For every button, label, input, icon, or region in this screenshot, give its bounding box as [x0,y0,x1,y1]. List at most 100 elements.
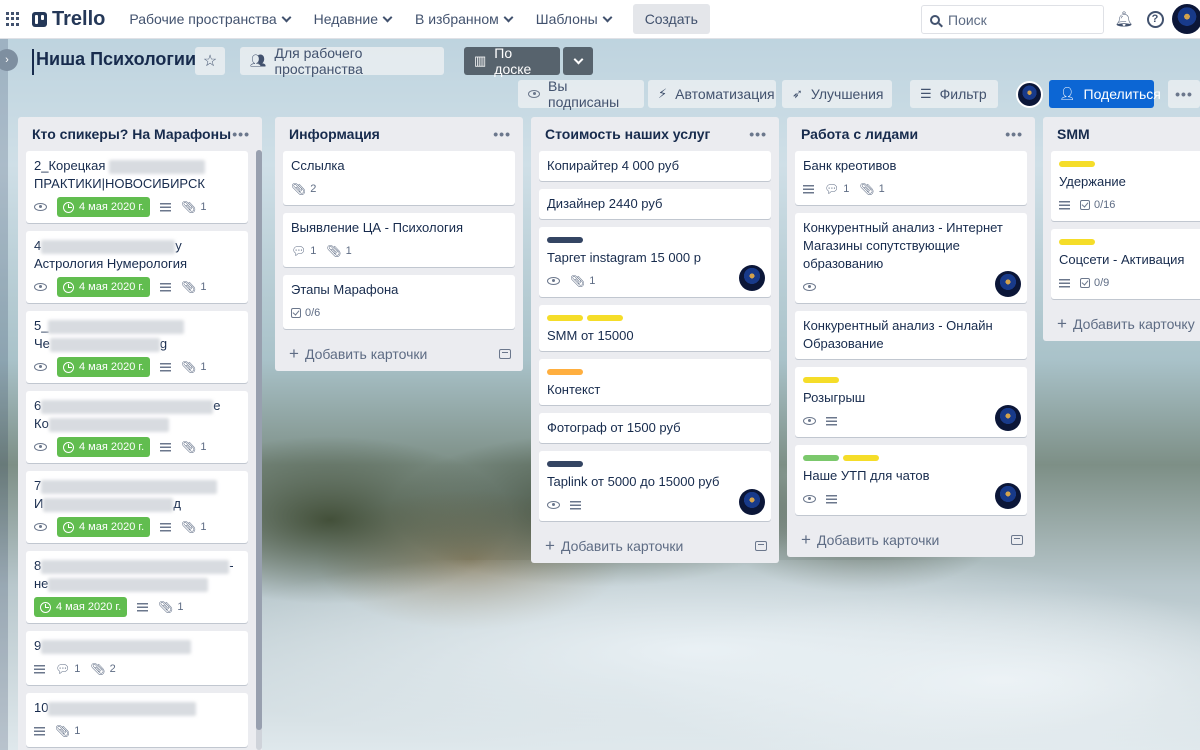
card[interactable]: Конкурентный анализ - Онлайн Образование [795,311,1027,359]
card[interactable]: Банк креотивов 💬︎ 1 📎︎ 1 [795,151,1027,205]
board-title[interactable]: Ниша Психологии [32,49,196,75]
list-header[interactable]: SMM [1043,117,1200,151]
card[interactable]: Розыгрыш [795,367,1027,437]
due-date-badge[interactable]: 4 мая 2020 г. [57,197,151,217]
visibility-button[interactable]: 👥︎ Для рабочего пространства [240,45,444,77]
due-date-badge[interactable]: 4 мая 2020 г. [57,517,151,537]
card[interactable]: 9 💬︎ 1 📎︎ 2 [26,631,248,685]
card[interactable]: Taplink от 5000 до 15000 руб [539,451,771,521]
description-icon [160,522,172,532]
add-card-button[interactable]: + Добавить карточки [531,529,779,563]
add-card-button[interactable]: + Добавить карточки [275,337,523,371]
card[interactable]: 7Ид 4 мая 2020 г. 📎︎ 1 [26,471,248,543]
card-member-avatar[interactable] [995,271,1021,297]
card[interactable]: 2_Корецкая ПРАКТИКИ|НОВОСИБИРСК 4 мая 20… [26,151,248,223]
list-header[interactable]: Кто спикеры? На Марафоны ••• [18,117,262,151]
card[interactable]: Удержание 0/16 [1051,151,1200,221]
menu-starred[interactable]: В избранном [403,3,524,35]
card-member-avatar[interactable] [995,483,1021,509]
list-header[interactable]: Работа с лидами ••• [787,117,1035,151]
card[interactable]: Соцсети - Активация 0/9 [1051,229,1200,299]
filter-button[interactable]: ☰ Фильтр [910,80,998,108]
views-dropdown-button[interactable] [563,47,593,75]
search-input[interactable]: Поиск [921,5,1104,34]
automation-button[interactable]: ⚡︎ Автоматизация [648,80,776,108]
menu-templates[interactable]: Шаблоны [524,3,623,35]
create-button[interactable]: Создать [632,4,710,34]
card-member-avatar[interactable] [739,265,765,291]
list-menu-icon[interactable]: ••• [1005,126,1023,142]
checklist-badge: 0/9 [1080,277,1109,289]
list-title[interactable]: Стоимость наших услуг [545,126,710,142]
due-date-badge[interactable]: 4 мая 2020 г. [34,597,128,617]
trello-logo[interactable]: Trello [32,8,105,31]
comment-icon: 💬︎ [824,182,840,196]
star-board-button[interactable]: ☆ [195,47,225,75]
due-date-badge[interactable]: 4 мая 2020 г. [57,437,151,457]
list-scrollbar[interactable] [256,150,262,750]
description-icon [1059,200,1070,210]
list-menu-icon[interactable]: ••• [493,126,511,142]
clock-icon [40,601,51,613]
card[interactable]: 10 📎︎ 1 [26,693,248,747]
expand-sidebar-chevron-icon[interactable]: › [0,49,18,71]
list-title[interactable]: Работа с лидами [801,126,918,142]
card[interactable]: 5_ Че g 4 мая 2020 г. 📎︎ 1 [26,311,248,383]
list-menu-icon[interactable]: ••• [232,126,250,142]
card[interactable]: Таргет instagram 15 000 р 📎︎ 1 [539,227,771,297]
list-header[interactable]: Стоимость наших услуг ••• [531,117,779,151]
card[interactable]: 6 е Ко 4 мая 2020 г. 📎︎ 1 [26,391,248,463]
list-header[interactable]: Информация ••• [275,117,523,151]
list-title[interactable]: Кто спикеры? На Марафоны [32,126,231,142]
card[interactable]: Контекст [539,359,771,405]
list-title[interactable]: Информация [289,126,380,142]
due-date-badge[interactable]: 4 мая 2020 г. [57,277,151,297]
list-title[interactable]: SMM [1057,126,1090,142]
card[interactable]: Сслылка 📎︎ 2 [283,151,515,205]
menu-recent[interactable]: Недавние [302,3,403,35]
card-title: Дизайнер 2440 руб [547,196,663,211]
menu-workspaces[interactable]: Рабочие пространства [117,3,301,35]
card[interactable]: Наше УТП для чатов [795,445,1027,515]
card-template-icon[interactable] [1011,535,1023,545]
help-icon[interactable]: ? [1145,9,1165,29]
board-member-avatar[interactable] [1016,81,1043,108]
automation-label: Автоматизация [675,86,775,102]
board-view-button[interactable]: ▥ По доске [464,45,560,77]
menu-label: Недавние [313,11,378,27]
card[interactable]: SMM от 15000 [539,305,771,351]
board-menu-button[interactable]: ••• [1168,80,1200,108]
clock-icon [63,521,74,533]
more-icon: ••• [1175,86,1193,102]
list-pricing: Стоимость наших услуг ••• Копирайтер 4 00… [531,117,779,563]
card[interactable]: Копирайтер 4 000 руб [539,151,771,181]
card-member-avatar[interactable] [995,405,1021,431]
add-card-button[interactable]: + Добавить карточки [787,523,1035,557]
clock-icon [63,361,74,373]
subscribed-button[interactable]: Вы подписаны [518,78,644,110]
trello-logo-text: Trello [52,7,106,30]
notifications-bell-icon[interactable]: 🔔︎ [1114,9,1134,29]
card[interactable]: Этапы Марафона 0/6 [283,275,515,329]
watching-icon [34,443,47,451]
power-ups-button[interactable]: ➶ Улучшения [782,80,892,108]
card[interactable]: Выявление ЦА - Психология 💬︎ 1 📎︎ 1 [283,213,515,267]
card[interactable]: Фотограф от 1500 руб [539,413,771,443]
add-card-button[interactable]: + Добавить карточку [1043,307,1200,341]
card-member-avatar[interactable] [739,489,765,515]
attachments-badge: 📎︎ 1 [158,600,184,614]
share-button[interactable]: 👤︎ Поделиться [1049,80,1161,108]
list-menu-icon[interactable]: ••• [749,126,767,142]
app-switcher-icon[interactable] [6,12,20,26]
card-title: Конкурентный анализ - Интернет Магазины … [803,220,1003,271]
user-avatar[interactable] [1172,4,1200,34]
card-template-icon[interactable] [499,349,511,359]
card-title: SMM от 15000 [547,328,634,343]
card-template-icon[interactable] [755,541,767,551]
card[interactable]: 4 у Астрология Нумерология 4 мая 2020 г. 📎︎… [26,231,248,303]
due-date-badge[interactable]: 4 мая 2020 г. [57,357,151,377]
card[interactable]: Конкурентный анализ - Интернет Магазины … [795,213,1027,303]
card[interactable]: Дизайнер 2440 руб [539,189,771,219]
card-title: Копирайтер 4 000 руб [547,158,680,173]
card[interactable]: 8- не 4 мая 2020 г. 📎︎ 1 [26,551,248,623]
